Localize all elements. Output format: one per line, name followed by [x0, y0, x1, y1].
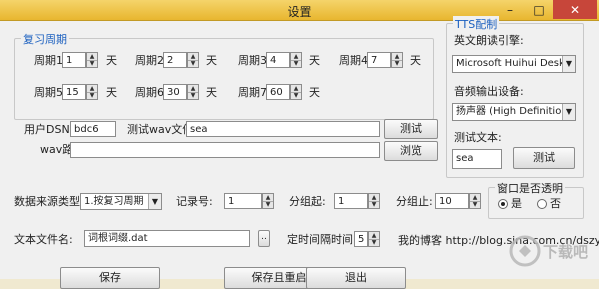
- engine-select[interactable]: Microsoft Huihui Desktop - Chi ▼: [452, 55, 576, 73]
- minimize-button[interactable]: –: [495, 0, 525, 19]
- transparency-title: 窗口是否透明: [495, 180, 565, 196]
- output-device-label: 音频输出设备:: [454, 85, 524, 98]
- transparent-yes-label: 是: [511, 197, 522, 210]
- period-7-input[interactable]: 60: [266, 84, 290, 100]
- period-1-unit: 天: [106, 54, 117, 67]
- group-end-label: 分组止:: [396, 195, 433, 208]
- group-end-spinner[interactable]: ▲ ▼: [469, 193, 481, 209]
- period-2-unit: 天: [206, 54, 217, 67]
- record-spinner[interactable]: ▲ ▼: [262, 193, 274, 209]
- text-file-input[interactable]: 词根词缀.dat: [84, 230, 250, 247]
- chevron-down-icon: ▼: [562, 104, 575, 120]
- test-text-label: 测试文本:: [454, 131, 502, 144]
- tts-test-button[interactable]: 测试: [513, 147, 575, 169]
- period-1-input[interactable]: 1: [62, 52, 86, 68]
- interval-spinner[interactable]: ▲ ▼: [368, 231, 380, 247]
- period-1-spinner[interactable]: ▲ ▼: [86, 52, 98, 68]
- chevron-down-icon: ▼: [562, 56, 575, 72]
- output-device-value: 扬声器 (High Definition Audio: [456, 106, 575, 117]
- test-text-input[interactable]: sea: [452, 149, 502, 169]
- user-dsn-label: 用户DSN: [24, 123, 70, 136]
- user-dsn-input[interactable]: bdc6: [70, 121, 116, 137]
- period-6-unit: 天: [206, 86, 217, 99]
- text-file-label: 文本文件名:: [14, 233, 73, 246]
- period-3-label: 周期3: [238, 54, 267, 67]
- period-4-label: 周期4: [339, 54, 368, 67]
- interval-label: 定时间隔时间:: [287, 233, 357, 246]
- wav-test-input[interactable]: sea: [186, 121, 380, 137]
- text-file-browse-button[interactable]: ..: [258, 230, 270, 247]
- save-button[interactable]: 保存: [60, 267, 160, 289]
- record-label: 记录号:: [176, 195, 213, 208]
- review-period-group: 复习周期: [14, 31, 434, 120]
- maximize-button[interactable]: □: [525, 0, 553, 19]
- transparent-no-radio[interactable]: [537, 199, 547, 209]
- period-1-label: 周期1: [34, 54, 63, 67]
- period-3-spinner[interactable]: ▲ ▼: [290, 52, 302, 68]
- output-device-select[interactable]: 扬声器 (High Definition Audio ▼: [452, 103, 576, 121]
- title-bar: 设置 – □ ✕: [0, 0, 599, 21]
- tts-title: TTS配制: [453, 16, 500, 32]
- period-5-label: 周期5: [34, 86, 63, 99]
- transparent-yes-radio[interactable]: [498, 199, 508, 209]
- wav-path-input[interactable]: [70, 142, 380, 158]
- period-5-spinner[interactable]: ▲ ▼: [86, 84, 98, 100]
- wav-test-label: 测试wav文件: [127, 123, 194, 136]
- review-period-title: 复习周期: [21, 31, 69, 47]
- period-7-label: 周期7: [238, 86, 267, 99]
- group-start-input[interactable]: 1: [334, 193, 368, 209]
- group-start-label: 分组起:: [289, 195, 326, 208]
- period-7-spinner[interactable]: ▲ ▼: [290, 84, 302, 100]
- watermark-text: 下载吧: [543, 243, 588, 261]
- interval-input[interactable]: 5: [354, 231, 368, 247]
- engine-label: 英文朗读引擎:: [454, 34, 524, 47]
- watermark-logo: 下载吧: [509, 235, 588, 267]
- wav-test-button[interactable]: 测试: [384, 119, 438, 139]
- source-type-select[interactable]: 1.按复习周期 ▼: [80, 193, 162, 210]
- browse-button[interactable]: 浏览: [384, 141, 438, 161]
- period-2-input[interactable]: 2: [163, 52, 187, 68]
- period-3-unit: 天: [309, 54, 320, 67]
- period-2-label: 周期2: [135, 54, 164, 67]
- period-2-spinner[interactable]: ▲ ▼: [187, 52, 199, 68]
- source-type-value: 1.按复习周期: [84, 196, 144, 207]
- period-4-unit: 天: [410, 54, 421, 67]
- exit-button[interactable]: 退出: [306, 267, 406, 289]
- period-4-spinner[interactable]: ▲ ▼: [391, 52, 403, 68]
- transparent-no-label: 否: [550, 197, 561, 210]
- engine-value: Microsoft Huihui Desktop - Chi: [456, 58, 575, 69]
- group-start-spinner[interactable]: ▲ ▼: [368, 193, 380, 209]
- period-6-spinner[interactable]: ▲ ▼: [187, 84, 199, 100]
- period-5-unit: 天: [106, 86, 117, 99]
- period-6-label: 周期6: [135, 86, 164, 99]
- record-input[interactable]: 1: [224, 193, 262, 209]
- close-button[interactable]: ✕: [553, 0, 597, 19]
- period-6-input[interactable]: 30: [163, 84, 187, 100]
- period-5-input[interactable]: 15: [62, 84, 86, 100]
- period-7-unit: 天: [309, 86, 320, 99]
- group-end-input[interactable]: 10: [435, 193, 469, 209]
- period-4-input[interactable]: 7: [367, 52, 391, 68]
- period-3-input[interactable]: 4: [266, 52, 290, 68]
- chevron-down-icon: ▼: [148, 194, 161, 209]
- source-type-label: 数据来源类型:: [14, 195, 84, 208]
